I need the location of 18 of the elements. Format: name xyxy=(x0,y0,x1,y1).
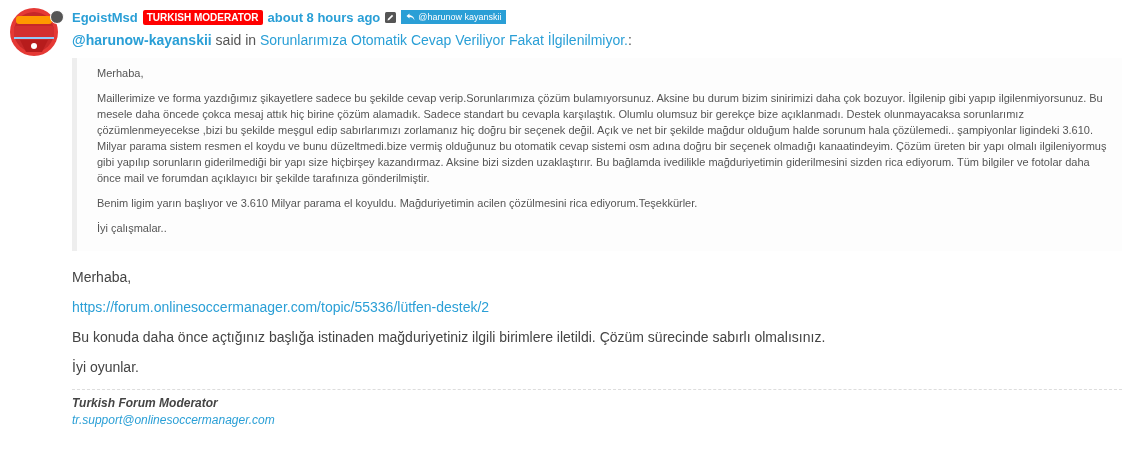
reply-to-button[interactable]: @harunow kayanskii xyxy=(401,10,507,24)
reply-paragraph: Bu konuda daha önce açtığınız başlığa istinaden mağduriyetiniz ilgili birimlere iletildi. Çözüm sürecinde sabırlı olmalısınız. xyxy=(72,329,827,345)
signature-title: Turkish Forum Moderator xyxy=(72,396,219,410)
role-badge: TURKISH MODERATOR xyxy=(142,9,263,25)
quote-paragraph: Merhaba, xyxy=(97,66,145,81)
user-mention-link[interactable]: @harunow-kayanskii xyxy=(72,32,212,48)
quote-paragraph: Maillerimize ve forma yazdığımız şikayetlere sadece bu şekilde cevap verip.Sorunlarımıza çözüm bulamıyorsunuz. Aksine bu durum bizim sinirimizi daha çok bozuyor. İlgilenip gibi yapıp ilgilenmiyorsunuz. Bu mesele daha öncede çokca mesaj attık hiç birine çözüm alamadık. Sadece standart bu cevapla karşılaştık. Olumlu olumsuz bir gerekçe bize açıklanmadı. Destek olunmayacaksa sorunlarımız çözümlenmeyecekse ,bizi bu şekilde meşgul edip sabırlarımızı zorlamanız hiç doğru bir seçenek değil. Açık ve net bir şekilde mağdur olduğum halde sorunum hala çözülemedi.. şampiyonlar ligindeki 3.610. Milyar parama sistem resmen el koydu ve bunu düzeltmedi.bize vermiş olduğunuz bu otomatik cevap sistemi osm adına doğru bir seçenek olmadığı kanaatindeyim. Çözüm üreten bir yapı olmalı ilgileniyormuş gibi yapılıp sorunların giderilmediği bir yapı size hiçbirşey kazandırmaz. Aksine bizi sizden uzaklaştırır. Bu bağlamda ivedilikle mağduriyetimin giderilmesini sizden rica ediyorum. Tüm bilgiler ve fotolar daha önce mail ve forumdan açıklayıcı bir şekilde tarafınıza gönderilmiştir. xyxy=(97,91,1108,186)
reply-paragraph: İyi oyunlar. xyxy=(72,359,140,375)
quote-attribution: @harunow-kayanskii said in Sorunlarımıza Otomatik Cevap Veriliyor Fakat İlgilenilmiyor.: xyxy=(72,32,633,48)
quote-paragraph: Benim ligim yarın başlıyor ve 3.610 Milyar parama el koyuldu. Mağduriyetimin acilen çözülmesini rica ediyorum.Teşekkürler. xyxy=(97,196,699,211)
topic-link[interactable]: Sorunlarımıza Otomatik Cevap Veriliyor Fakat İlgilenilmiyor. xyxy=(259,32,628,48)
reply-arrow-icon xyxy=(406,13,416,21)
reply-paragraph: Merhaba, xyxy=(72,269,133,285)
topic-url-link[interactable]: https://forum.onlinesoccermanager.com/topic/55336/lütfen-destek/2 xyxy=(72,299,490,315)
email-link[interactable]: tr.support@onlinesoccermanager.com xyxy=(72,413,275,427)
quote-paragraph: İyi çalışmalar.. xyxy=(97,221,168,236)
post-time-link[interactable]: about 8 hours ago xyxy=(267,9,381,25)
author-link[interactable]: EgoistMsd xyxy=(72,9,138,25)
